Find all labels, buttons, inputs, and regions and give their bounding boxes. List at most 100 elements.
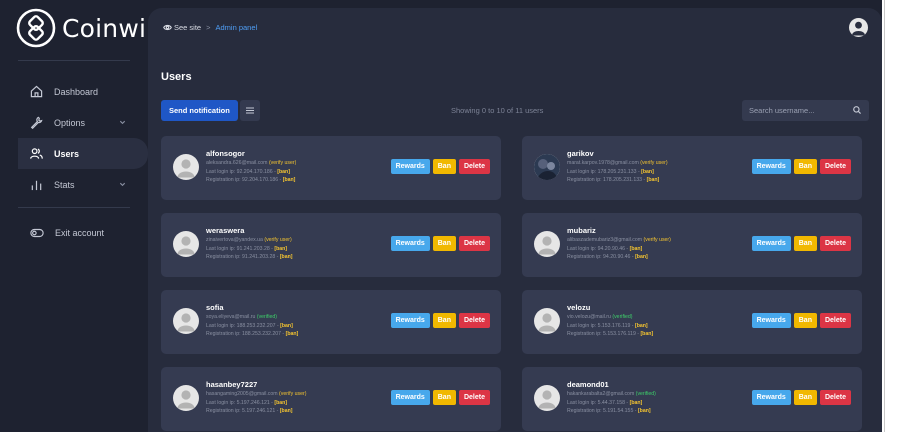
ban-ip-link[interactable]: [ban] (274, 246, 287, 252)
ban-button[interactable]: Ban (432, 390, 456, 405)
registration-line: Registration ip: 178.205.231.133 - [ban] (567, 176, 668, 185)
registration-ip: Registration ip: 5.153.176.119 - (567, 331, 641, 337)
ban-ip-link[interactable]: [ban] (640, 331, 653, 337)
username[interactable]: sofia (206, 303, 224, 312)
username[interactable]: hasanbey7227 (206, 380, 257, 389)
verify-status[interactable]: (verify user) (644, 237, 671, 243)
verify-status[interactable]: (verified) (257, 314, 277, 320)
ban-ip-link[interactable]: [ban] (274, 400, 287, 406)
ban-ip-link[interactable]: [ban] (647, 177, 660, 183)
user-email: aleksandra.626@mail.com (206, 160, 268, 166)
search-icon[interactable] (853, 106, 861, 114)
sidebar-item-options[interactable]: Options (0, 107, 148, 138)
user-avatar[interactable] (173, 154, 199, 180)
verify-status[interactable]: (verify user) (279, 391, 306, 397)
search-input[interactable] (749, 100, 849, 121)
registration-ip: Registration ip: 188.253.232.207 - (206, 331, 286, 337)
registration-line: Registration ip: 5.197.246.121 - [ban] (206, 407, 306, 416)
delete-button[interactable]: Delete (819, 236, 851, 251)
ban-button[interactable]: Ban (793, 313, 817, 328)
sidebar-item-users[interactable]: Users (18, 138, 148, 169)
ban-ip-link[interactable]: [ban] (280, 254, 293, 260)
list-menu-button[interactable] (240, 100, 260, 121)
delete-button[interactable]: Delete (458, 390, 490, 405)
user-email-line: hasangaming2005@gmail.com (verify user) (206, 390, 306, 399)
user-email-line: vio.velozu@mail.ru (verified) (567, 313, 653, 322)
default-avatar-icon (177, 159, 195, 178)
delete-button[interactable]: Delete (458, 159, 490, 174)
rewards-button[interactable]: Rewards (751, 236, 791, 251)
username[interactable]: alfonsogor (206, 149, 245, 158)
rewards-button[interactable]: Rewards (751, 159, 791, 174)
verify-status[interactable]: (verify user) (264, 237, 291, 243)
rewards-button[interactable]: Rewards (390, 236, 430, 251)
ban-ip-link[interactable]: [ban] (641, 169, 654, 175)
delete-button[interactable]: Delete (458, 313, 490, 328)
search-box[interactable] (742, 100, 869, 121)
ban-ip-link[interactable]: [ban] (286, 331, 299, 337)
rewards-button[interactable]: Rewards (751, 313, 791, 328)
ban-ip-link[interactable]: [ban] (630, 246, 643, 252)
ban-button[interactable]: Ban (793, 236, 817, 251)
username[interactable]: garikov (567, 149, 594, 158)
delete-button[interactable]: Delete (458, 236, 490, 251)
users-toolbar: Send notification Showing 0 to 10 of 11 … (161, 100, 869, 124)
delete-button[interactable]: Delete (819, 159, 851, 174)
user-avatar[interactable] (534, 154, 560, 180)
rewards-button[interactable]: Rewards (390, 159, 430, 174)
ban-ip-link[interactable]: [ban] (635, 323, 648, 329)
user-avatar[interactable] (173, 385, 199, 411)
username[interactable]: velozu (567, 303, 590, 312)
user-email-line: aleksandra.626@mail.com (verify user) (206, 159, 296, 168)
ban-ip-link[interactable]: [ban] (280, 408, 293, 414)
last-login-line: Last login ip: 5.153.176.119 - [ban] (567, 322, 653, 331)
last-login-ip: Last login ip: 178.205.231.133 - (567, 168, 642, 175)
verify-status[interactable]: (verified) (612, 314, 632, 320)
user-email: vio.velozu@mail.ru (567, 314, 611, 320)
verify-status[interactable]: (verified) (636, 391, 656, 397)
user-email: alibaszademubariz3@gmail.com (567, 237, 643, 243)
ban-button[interactable]: Ban (432, 313, 456, 328)
ban-ip-link[interactable]: [ban] (280, 323, 293, 329)
breadcrumb-see-site[interactable]: See site (174, 23, 201, 32)
user-info: aleksandra.626@mail.com (verify user) La… (206, 159, 296, 185)
rewards-button[interactable]: Rewards (751, 390, 791, 405)
user-avatar[interactable] (173, 308, 199, 334)
brand-logo[interactable]: Coinwin (16, 8, 162, 48)
user-card: sofia soya.eliyeva@mail.ru (verified) La… (161, 290, 501, 354)
exit-account-button[interactable]: Exit account (30, 228, 104, 238)
verify-status[interactable]: (verify user) (269, 160, 296, 166)
default-avatar-icon (538, 390, 556, 409)
send-notification-button[interactable]: Send notification (161, 100, 238, 121)
card-actions: Rewards Ban Delete (751, 313, 851, 328)
registration-line: Registration ip: 92.204.170.186 - [ban] (206, 176, 296, 185)
ban-ip-link[interactable]: [ban] (283, 177, 296, 183)
verify-status[interactable]: (verify user) (640, 160, 667, 166)
user-avatar[interactable] (534, 231, 560, 257)
ban-ip-link[interactable]: [ban] (635, 254, 648, 260)
main-panel: See site > Admin panel Users Send notifi… (148, 8, 882, 432)
ban-button[interactable]: Ban (793, 390, 817, 405)
delete-button[interactable]: Delete (819, 313, 851, 328)
delete-button[interactable]: Delete (819, 390, 851, 405)
ban-ip-link[interactable]: [ban] (638, 408, 651, 414)
rewards-button[interactable]: Rewards (390, 313, 430, 328)
breadcrumb-current[interactable]: Admin panel (216, 23, 258, 32)
username[interactable]: weraswera (206, 226, 244, 235)
sidebar-item-dashboard[interactable]: Dashboard (0, 76, 148, 107)
ban-ip-link[interactable]: [ban] (630, 400, 643, 406)
username[interactable]: mubariz (567, 226, 596, 235)
user-avatar[interactable] (173, 231, 199, 257)
user-avatar[interactable] (534, 308, 560, 334)
ban-button[interactable]: Ban (793, 159, 817, 174)
ban-button[interactable]: Ban (432, 236, 456, 251)
profile-avatar[interactable] (849, 18, 868, 37)
sidebar-item-stats[interactable]: Stats (0, 169, 148, 200)
ban-ip-link[interactable]: [ban] (277, 169, 290, 175)
rewards-button[interactable]: Rewards (390, 390, 430, 405)
user-avatar[interactable] (534, 385, 560, 411)
last-login-ip: Last login ip: 92.204.170.186 - (206, 168, 278, 175)
ban-button[interactable]: Ban (432, 159, 456, 174)
username[interactable]: deamond01 (567, 380, 609, 389)
user-card: garikov marat.karpov.1978@gmail.com (ver… (522, 136, 862, 200)
